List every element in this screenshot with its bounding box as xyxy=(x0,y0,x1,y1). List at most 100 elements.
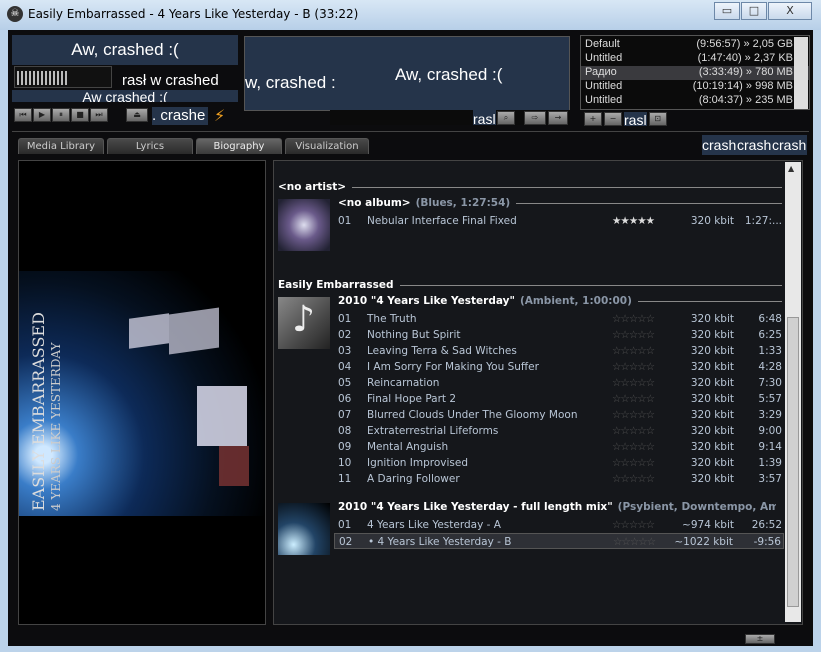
track-duration: 4:28 xyxy=(758,361,782,373)
rating-stars[interactable]: ☆☆☆☆☆ xyxy=(612,439,655,455)
album-thumbnail xyxy=(278,503,330,555)
playlist-manager: Default (9:56:57) » 2,05 GB Untitled (1:47:… xyxy=(580,35,810,110)
artist-name: <no artist> xyxy=(278,181,347,193)
rating-stars[interactable]: ☆☆☆☆☆ xyxy=(612,471,655,487)
crashed-button-3[interactable]: crash xyxy=(772,135,807,155)
crashed-button-2[interactable]: crash xyxy=(737,135,772,155)
track-duration: 1:27:... xyxy=(744,215,782,227)
track-title: Blurred Clouds Under The Gloomy Moon xyxy=(367,409,578,421)
track-row[interactable]: 09 Mental Anguish ☆☆☆☆☆ 320 kbit 9:14 xyxy=(334,439,784,455)
album-header: 2010 "4 Years Like Yesterday" (Ambient, 1… xyxy=(338,295,782,307)
track-row[interactable]: 01 The Truth ☆☆☆☆☆ 320 kbit 6:48 xyxy=(334,311,784,327)
track-bitrate: 320 kbit xyxy=(690,425,734,437)
track-row[interactable]: 08 Extraterrestrial Lifeforms ☆☆☆☆☆ 320 kbi… xyxy=(334,423,784,439)
remove-playlist-button[interactable]: − xyxy=(604,112,622,126)
track-row[interactable]: 02 Nothing But Spirit ☆☆☆☆☆ 320 kbit 6:25 xyxy=(334,327,784,343)
track-title: Final Hope Part 2 xyxy=(367,393,457,405)
album-header: 2010 "4 Years Like Yesterday - full leng… xyxy=(338,501,782,513)
track-row[interactable]: 10 Ignition Improvised ☆☆☆☆☆ 320 kbit 1:39 xyxy=(334,455,784,471)
stop-button[interactable]: ■ xyxy=(71,108,89,122)
track-bitrate: 320 kbit xyxy=(690,329,734,341)
track-row[interactable]: 11 A Daring Follower ☆☆☆☆☆ 320 kbit 3:57 xyxy=(334,471,784,487)
search-bar: rasl ⌕ ⇨ → xyxy=(330,110,570,125)
crashed-buttons: crash crash crash xyxy=(702,135,807,155)
rating-stars[interactable]: ☆☆☆☆☆ xyxy=(612,343,655,359)
crashed-text-4: rasl xyxy=(624,112,647,126)
track-number: 06 xyxy=(338,393,352,405)
track-bitrate: 320 kbit xyxy=(690,473,734,485)
track-number: 03 xyxy=(338,345,352,357)
pause-button[interactable]: ⏸ xyxy=(52,108,70,122)
track-title: Leaving Terra & Sad Witches xyxy=(367,345,517,357)
track-row[interactable]: 04 I Am Sorry For Making You Suffer ☆☆☆☆☆ 3… xyxy=(334,359,784,375)
rating-stars[interactable]: ☆☆☆☆☆ xyxy=(612,375,655,391)
rating-stars[interactable]: ☆☆☆☆☆ xyxy=(612,455,655,471)
track-row[interactable]: 02 • 4 Years Like Yesterday - B ☆☆☆☆☆ ~1022… xyxy=(334,533,784,549)
rating-stars[interactable]: ☆☆☆☆☆ xyxy=(612,327,655,343)
track-bitrate: 320 kbit xyxy=(690,345,734,357)
scrollbar-thumb[interactable] xyxy=(787,317,799,607)
playlist-info: (3:33:49) » 780 MB xyxy=(698,66,793,78)
next-button[interactable]: ⏭ xyxy=(90,108,108,122)
rating-stars[interactable]: ☆☆☆☆☆ xyxy=(612,391,655,407)
playlist-item[interactable]: Untitled (10:19:14) » 998 MB xyxy=(581,80,809,94)
playlist-item[interactable]: Радио (3:33:49) » 780 MB xyxy=(581,66,809,80)
track-duration: 1:39 xyxy=(758,457,782,469)
rating-stars[interactable]: ☆☆☆☆☆ xyxy=(612,407,655,423)
album-header: <no album> (Blues, 1:27:54) xyxy=(338,197,782,209)
tab-media-library[interactable]: Media Library xyxy=(18,138,104,154)
track-duration: -9:56 xyxy=(753,536,781,548)
playlist-options-button[interactable]: ⊡ xyxy=(648,112,667,126)
track-row[interactable]: 03 Leaving Terra & Sad Witches ☆☆☆☆☆ 320 kb… xyxy=(334,343,784,359)
playlist-name: Untitled xyxy=(585,94,623,106)
track-bitrate: 320 kbit xyxy=(690,377,734,389)
play-button[interactable]: ▶ xyxy=(33,108,51,122)
maximize-button[interactable]: □ xyxy=(741,2,767,20)
window-title: Easily Embarrassed - 4 Years Like Yester… xyxy=(28,7,359,21)
album-meta: (Blues, 1:27:54) xyxy=(415,197,511,209)
add-playlist-button[interactable]: + xyxy=(584,112,602,126)
status-toggle-button[interactable]: ± xyxy=(745,634,775,644)
title-bar: ☠ Easily Embarrassed - 4 Years Like Yest… xyxy=(0,0,821,30)
playlist-item[interactable]: Untitled (8:04:37) » 235 MB xyxy=(581,94,809,108)
tab-biography[interactable]: Biography xyxy=(196,138,282,154)
crashed-button-1[interactable]: crash xyxy=(702,135,737,155)
cover-album-text: 4 YEARS LIKE YESTERDAY xyxy=(49,342,63,511)
rating-stars[interactable]: ☆☆☆☆☆ xyxy=(612,311,655,327)
track-title: Nebular Interface Final Fixed xyxy=(367,215,517,227)
track-row[interactable]: 01 4 Years Like Yesterday - A ☆☆☆☆☆ ~974 kb… xyxy=(334,517,784,533)
lightning-icon[interactable]: ⚡ xyxy=(214,106,225,125)
artist-name: Easily Embarrassed xyxy=(278,279,394,291)
playlist-name: Untitled xyxy=(585,52,623,64)
close-button[interactable]: X xyxy=(768,2,812,20)
send-icon[interactable]: ⇨ xyxy=(524,111,546,125)
playlist-item[interactable]: Default (9:56:57) » 2,05 GB xyxy=(581,38,809,52)
playlist-item[interactable]: Untitled (1:47:40) » 2,37 KB xyxy=(581,52,809,66)
playlist-view-scrollbar[interactable]: ▲ xyxy=(785,162,801,622)
rating-stars[interactable]: ☆☆☆☆☆ xyxy=(612,423,655,439)
track-duration: 1:33 xyxy=(758,345,782,357)
rating-stars[interactable]: ☆☆☆☆☆ xyxy=(612,359,655,375)
minimize-button[interactable]: ▭ xyxy=(714,2,740,20)
tab-visualization[interactable]: Visualization xyxy=(285,138,369,154)
rating-stars[interactable]: ☆☆☆☆☆ xyxy=(612,517,655,533)
rating-stars[interactable]: ☆☆☆☆☆ xyxy=(613,534,656,550)
search-icon[interactable]: ⌕ xyxy=(497,111,515,125)
playlist-scrollbar[interactable] xyxy=(794,37,808,109)
previous-button[interactable]: ⏮ xyxy=(14,108,32,122)
track-duration: 6:48 xyxy=(758,313,782,325)
music-note-icon: ♪ xyxy=(292,299,315,340)
eject-button[interactable]: ⏏ xyxy=(126,108,148,122)
tab-lyrics[interactable]: Lyrics xyxy=(107,138,193,154)
track-row[interactable]: 06 Final Hope Part 2 ☆☆☆☆☆ 320 kbit 5:57 xyxy=(334,391,784,407)
track-number: 02 xyxy=(339,536,353,548)
arrow-right-icon[interactable]: → xyxy=(548,111,568,125)
track-row[interactable]: 05 Reincarnation ☆☆☆☆☆ 320 kbit 7:30 xyxy=(334,375,784,391)
app-icon: ☠ xyxy=(7,6,23,22)
track-row[interactable]: 07 Blurred Clouds Under The Gloomy Moon ☆☆… xyxy=(334,407,784,423)
track-duration: 9:00 xyxy=(758,425,782,437)
track-duration: 7:30 xyxy=(758,377,782,389)
track-bitrate: ~1022 kbit xyxy=(674,536,733,548)
track-duration: 26:52 xyxy=(751,519,782,531)
track-row[interactable]: 01 Nebular Interface Final Fixed ★★★★★ 320 … xyxy=(334,213,784,229)
